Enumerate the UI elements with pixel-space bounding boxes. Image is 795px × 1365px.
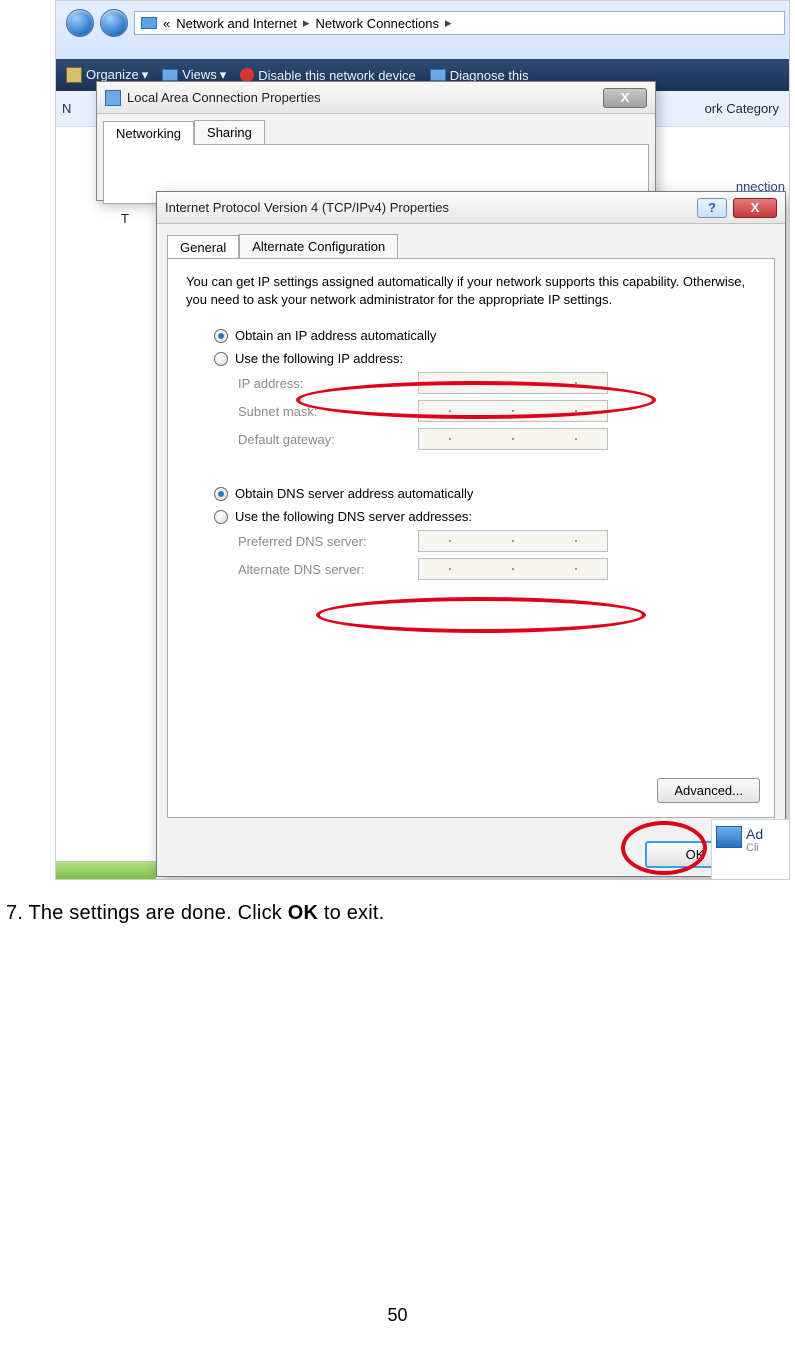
address-bar: « Network and Internet ▸ Network Connect… xyxy=(66,9,785,37)
breadcrumb-part1[interactable]: Network and Internet xyxy=(176,16,297,31)
breadcrumb[interactable]: « Network and Internet ▸ Network Connect… xyxy=(134,11,785,35)
input-subnet-mask xyxy=(418,400,608,422)
label-default-gateway: Default gateway: xyxy=(238,432,418,447)
close-button[interactable]: X xyxy=(603,88,647,108)
label-subnet-mask: Subnet mask: xyxy=(238,404,418,419)
edge-title: Ad xyxy=(746,826,763,842)
caption-bold: OK xyxy=(288,902,318,924)
lac-properties-dialog: Local Area Connection Properties X Netwo… xyxy=(96,81,656,201)
nav-back-button[interactable] xyxy=(66,9,94,37)
tab-row: General Alternate Configuration xyxy=(157,224,785,258)
label-ip-address: IP address: xyxy=(238,376,418,391)
x-icon xyxy=(240,68,254,82)
tab-row: Networking Sharing xyxy=(97,114,655,144)
breadcrumb-sep: ▸ xyxy=(303,15,310,31)
caption-pre: 7. The settings are done. Click xyxy=(6,902,288,924)
views-icon xyxy=(162,69,178,81)
header-fragment-left: N xyxy=(62,101,71,116)
monitor-icon xyxy=(430,69,446,81)
label-preferred-dns: Preferred DNS server: xyxy=(238,534,418,549)
radio-icon xyxy=(214,352,228,366)
tab-general[interactable]: General xyxy=(167,235,239,259)
intro-text: You can get IP settings assigned automat… xyxy=(186,273,756,308)
dialog-title: Internet Protocol Version 4 (TCP/IPv4) P… xyxy=(165,200,691,215)
input-ip-address xyxy=(418,372,608,394)
radio-icon xyxy=(214,329,228,343)
dialog-title: Local Area Connection Properties xyxy=(127,90,603,105)
tab-body: You can get IP settings assigned automat… xyxy=(167,258,775,818)
dialog-titlebar[interactable]: Internet Protocol Version 4 (TCP/IPv4) P… xyxy=(157,192,785,224)
radio-icon xyxy=(214,510,228,524)
radio-label: Obtain DNS server address automatically xyxy=(235,486,473,501)
dns-fields-group: Preferred DNS server: Alternate DNS serv… xyxy=(238,530,756,580)
nav-forward-button[interactable] xyxy=(100,9,128,37)
monitor-icon xyxy=(716,826,742,848)
ip-fields-group: IP address: Subnet mask: Default gateway… xyxy=(238,372,756,450)
radio-label: Use the following IP address: xyxy=(235,351,403,366)
breadcrumb-part2[interactable]: Network Connections xyxy=(315,16,439,31)
page-number: 50 xyxy=(0,1305,795,1326)
ipv4-properties-dialog: Internet Protocol Version 4 (TCP/IPv4) P… xyxy=(156,191,786,877)
help-button[interactable]: ? xyxy=(697,198,727,218)
input-preferred-dns xyxy=(418,530,608,552)
input-alternate-dns xyxy=(418,558,608,580)
radio-use-dns[interactable]: Use the following DNS server addresses: xyxy=(214,509,756,524)
radio-obtain-dns[interactable]: Obtain DNS server address automatically xyxy=(214,486,756,501)
advanced-button[interactable]: Advanced... xyxy=(657,778,760,803)
tab-networking[interactable]: Networking xyxy=(103,121,194,145)
folder-icon xyxy=(66,67,82,83)
folder-icon xyxy=(141,17,157,29)
caption-line: 7. The settings are done. Click OK to ex… xyxy=(6,902,795,925)
connection-icon xyxy=(105,90,121,106)
breadcrumb-chevron: « xyxy=(163,16,170,31)
header-fragment-right: ork Category xyxy=(705,101,779,116)
dialog-titlebar[interactable]: Local Area Connection Properties X xyxy=(97,82,655,114)
tab-alternate-configuration[interactable]: Alternate Configuration xyxy=(239,234,398,258)
radio-icon xyxy=(214,487,228,501)
input-default-gateway xyxy=(418,428,608,450)
tab-sharing[interactable]: Sharing xyxy=(194,120,265,144)
radio-use-ip[interactable]: Use the following IP address: xyxy=(214,351,756,366)
radio-label: Obtain an IP address automatically xyxy=(235,328,436,343)
edge-fragment: Ad Cli xyxy=(711,819,789,879)
screenshot: « Network and Internet ▸ Network Connect… xyxy=(55,0,790,880)
breadcrumb-tail: ▸ xyxy=(445,15,452,31)
label-alternate-dns: Alternate DNS server: xyxy=(238,562,418,577)
letter-fragment-t: T xyxy=(121,211,129,226)
caption-post: to exit. xyxy=(318,902,384,924)
close-button[interactable]: X xyxy=(733,198,777,218)
edge-sub: Cli xyxy=(746,842,763,854)
radio-label: Use the following DNS server addresses: xyxy=(235,509,472,524)
radio-obtain-ip[interactable]: Obtain an IP address automatically xyxy=(214,328,756,343)
